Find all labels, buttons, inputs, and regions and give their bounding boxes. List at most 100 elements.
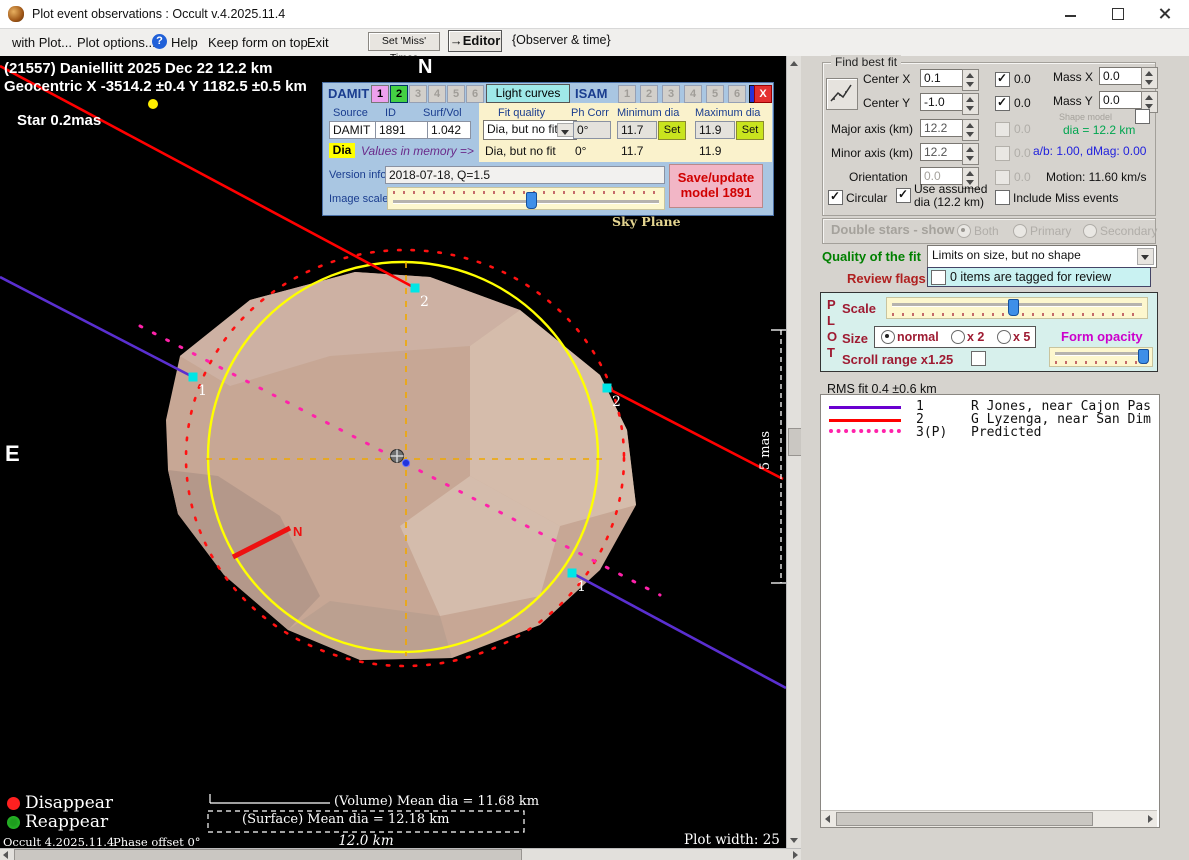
scale-slider[interactable] bbox=[886, 297, 1148, 319]
minimize-button[interactable] bbox=[1056, 3, 1086, 24]
use-assumed-dia-label: Use assumed bbox=[914, 182, 987, 196]
memory-fit-quality: Dia, but no fit bbox=[485, 144, 556, 158]
motion-info: Motion: 11.60 km/s bbox=[1046, 170, 1147, 184]
menu-exit[interactable]: Exit bbox=[307, 35, 329, 50]
source-value: DAMIT bbox=[329, 121, 377, 139]
scroll-right-icon[interactable] bbox=[793, 851, 798, 859]
major-axis-spinner[interactable] bbox=[962, 119, 979, 141]
set-miss-times-button[interactable]: Set 'Miss' Times bbox=[368, 32, 440, 51]
center-x-input[interactable]: 0.1 bbox=[920, 69, 964, 87]
marker-label: 2 bbox=[612, 394, 621, 410]
shape-model-checkbox[interactable] bbox=[1135, 109, 1150, 124]
memory-max-dia: 11.9 bbox=[699, 144, 721, 158]
predicted-swatch bbox=[829, 429, 901, 433]
center-x-spinner[interactable] bbox=[962, 69, 979, 91]
id-value[interactable]: 1891 bbox=[375, 121, 429, 139]
version-info-value[interactable]: 2018-07-18, Q=1.5 bbox=[385, 166, 665, 184]
size-normal-radio[interactable] bbox=[881, 330, 895, 344]
both-label: Both bbox=[974, 224, 999, 238]
primary-radio bbox=[1013, 224, 1027, 238]
form-opacity-label: Form opacity bbox=[1061, 329, 1143, 344]
mass-x-spinner[interactable] bbox=[1141, 67, 1158, 89]
minor-axis-lock-value: 0.0 bbox=[1014, 146, 1031, 160]
close-button[interactable] bbox=[1150, 3, 1180, 24]
menu-plot-options[interactable]: Plot options... bbox=[77, 35, 156, 50]
review-flags-checkbox[interactable] bbox=[931, 270, 946, 285]
circular-checkbox[interactable] bbox=[828, 190, 843, 205]
menu-help[interactable]: Help bbox=[171, 35, 198, 50]
observations-list[interactable]: 1 R Jones, near Cajon Pas 2 G Lyzenga, n… bbox=[820, 394, 1160, 828]
isam-tab-2[interactable]: 2 bbox=[640, 85, 658, 103]
major-axis-input[interactable]: 12.2 bbox=[920, 119, 964, 137]
damit-tab-6[interactable]: 6 bbox=[466, 85, 484, 103]
size-radio-group: normal x 2 x 5 bbox=[874, 326, 1036, 348]
min-dia-set-button[interactable]: Set bbox=[658, 121, 686, 140]
v-scroll-thumb[interactable] bbox=[788, 428, 802, 456]
mass-x-input[interactable]: 0.0 bbox=[1099, 67, 1143, 85]
scroll-range-checkbox[interactable] bbox=[971, 351, 986, 366]
plot-horizontal-scrollbar[interactable] bbox=[0, 848, 801, 860]
center-y-lock-checkbox[interactable] bbox=[995, 96, 1010, 111]
mass-x-label: Mass X bbox=[1053, 70, 1093, 84]
use-assumed-dia-checkbox[interactable] bbox=[896, 188, 911, 203]
scroll-right-icon[interactable] bbox=[1148, 815, 1153, 823]
scroll-down-icon[interactable] bbox=[790, 838, 798, 843]
image-scale-slider-thumb[interactable] bbox=[526, 192, 537, 209]
mass-y-input[interactable]: 0.0 bbox=[1099, 91, 1143, 109]
scale-slider-thumb[interactable] bbox=[1008, 299, 1019, 316]
chord-2-swatch bbox=[829, 419, 901, 422]
max-dia-value[interactable]: 11.9 bbox=[695, 121, 735, 139]
form-opacity-slider[interactable] bbox=[1049, 347, 1153, 367]
isam-tab-4[interactable]: 4 bbox=[684, 85, 702, 103]
size-x2-radio[interactable] bbox=[951, 330, 965, 344]
max-dia-set-button[interactable]: Set bbox=[736, 121, 764, 140]
list-horizontal-scrollbar[interactable] bbox=[821, 810, 1157, 827]
list-h-scroll-thumb[interactable] bbox=[836, 812, 1093, 826]
menu-with-plot[interactable]: with Plot... bbox=[12, 35, 72, 50]
scroll-left-icon[interactable] bbox=[3, 851, 8, 859]
both-radio bbox=[957, 224, 971, 238]
maximize-button[interactable] bbox=[1103, 3, 1133, 24]
menu-bar: with Plot... Plot options... ? Help Keep… bbox=[0, 29, 1189, 57]
light-curves-button[interactable]: Light curves bbox=[486, 84, 570, 103]
isam-tab-3[interactable]: 3 bbox=[662, 85, 680, 103]
damit-tab-1[interactable]: 1 bbox=[371, 85, 389, 103]
event-marker bbox=[568, 569, 577, 578]
include-miss-checkbox[interactable] bbox=[995, 190, 1010, 205]
min-dia-value[interactable]: 11.7 bbox=[617, 121, 657, 139]
image-scale-slider[interactable] bbox=[387, 187, 665, 210]
find-best-fit-button[interactable] bbox=[826, 78, 858, 110]
save-update-model-button[interactable]: Save/update model 1891 bbox=[669, 164, 763, 208]
scroll-up-icon[interactable] bbox=[790, 61, 798, 66]
dia-button[interactable]: Dia bbox=[329, 143, 355, 158]
center-y-spinner[interactable] bbox=[962, 93, 979, 115]
quality-of-fit-select[interactable]: Limits on size, but no shape bbox=[927, 245, 1157, 268]
observer-time-button[interactable]: {Observer & time} bbox=[512, 33, 611, 47]
isam-tab-6[interactable]: 6 bbox=[728, 85, 746, 103]
chord-1-out bbox=[572, 573, 786, 688]
editor-button[interactable]: →Editor bbox=[448, 30, 502, 52]
center-y-input[interactable]: -1.0 bbox=[920, 93, 964, 111]
ph-corr-value[interactable]: 0° bbox=[573, 121, 611, 139]
minor-axis-spinner[interactable] bbox=[962, 143, 979, 165]
damit-tab-5[interactable]: 5 bbox=[447, 85, 465, 103]
damit-close-button[interactable]: X bbox=[754, 85, 772, 103]
menu-keep-on-top[interactable]: Keep form on top bbox=[208, 35, 308, 50]
fit-quality-select[interactable]: Dia, but no fit bbox=[483, 120, 577, 140]
reappear-label: Reappear bbox=[25, 812, 108, 832]
damit-tab-4[interactable]: 4 bbox=[428, 85, 446, 103]
scroll-left-icon[interactable] bbox=[825, 815, 830, 823]
form-opacity-slider-thumb[interactable] bbox=[1138, 349, 1149, 364]
minor-axis-input[interactable]: 12.2 bbox=[920, 143, 964, 161]
isam-tab-5[interactable]: 5 bbox=[706, 85, 724, 103]
center-x-lock-checkbox[interactable] bbox=[995, 72, 1010, 87]
damit-tab-2[interactable]: 2 bbox=[390, 85, 408, 103]
size-x5-radio[interactable] bbox=[997, 330, 1011, 344]
reappear-dot bbox=[7, 816, 20, 829]
damit-tab-3[interactable]: 3 bbox=[409, 85, 427, 103]
h-scroll-thumb[interactable] bbox=[14, 849, 522, 860]
isam-tab-1[interactable]: 1 bbox=[618, 85, 636, 103]
dia-info: dia = 12.2 km bbox=[1063, 123, 1135, 137]
controls-panel: Find best fit Center X 0.1 0.0 Mass X 0.… bbox=[801, 56, 1189, 860]
plot-vertical-scrollbar[interactable] bbox=[786, 56, 802, 848]
